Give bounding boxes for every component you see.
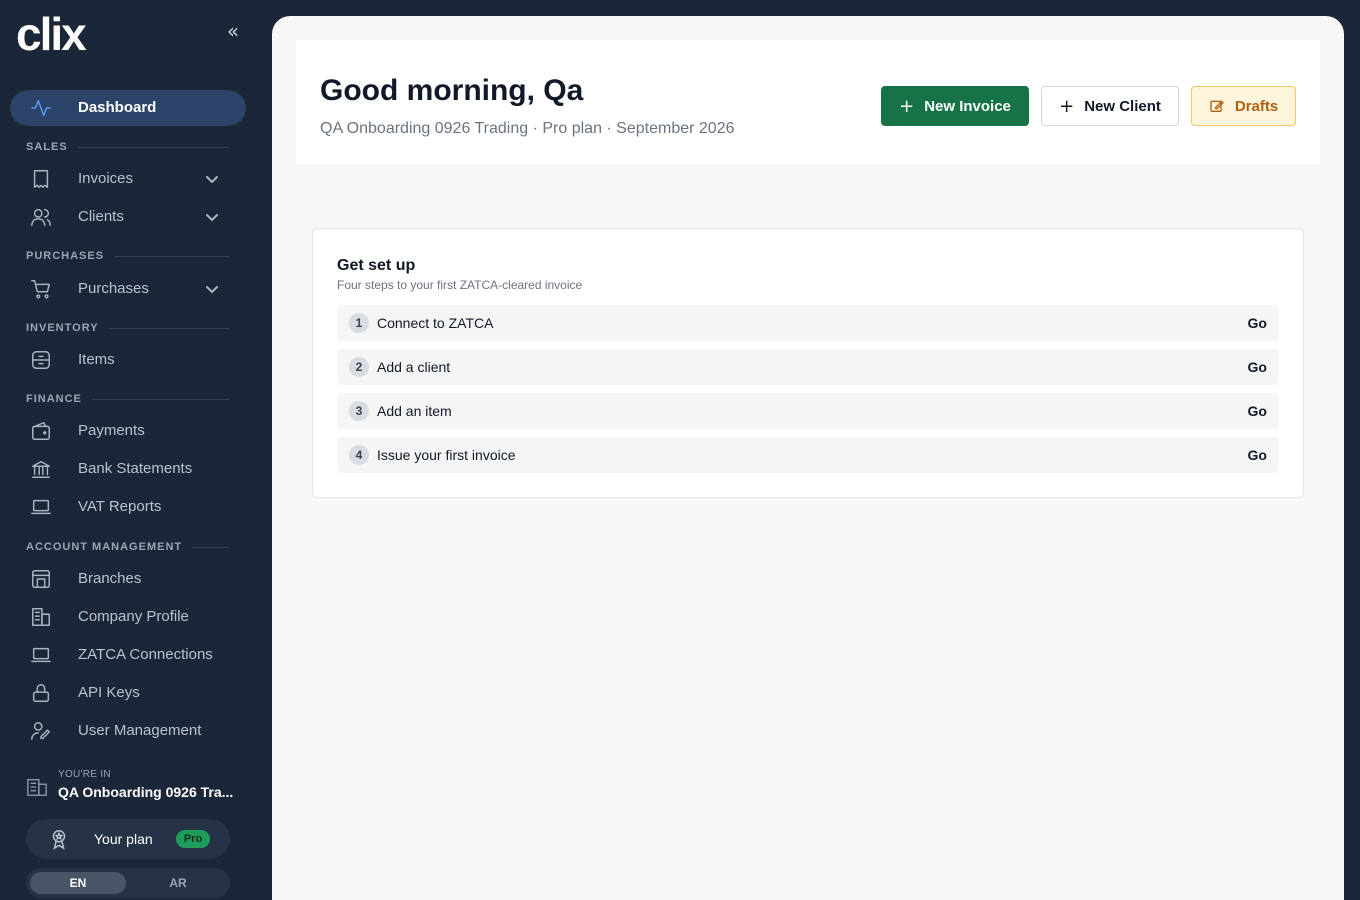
section-account-management: ACCOUNT MANAGEMENT (26, 540, 230, 554)
sidebar-item-label: VAT Reports (78, 498, 162, 515)
setup-step[interactable]: 1 Connect to ZATCA Go (337, 305, 1279, 341)
sidebar-item-payments[interactable]: Payments (10, 413, 246, 449)
sidebar-item-label: ZATCA Connections (78, 646, 213, 663)
edit-icon (1210, 100, 1224, 112)
sidebar-item-bank-statements[interactable]: Bank Statements (10, 451, 246, 487)
step-label: Add a client (377, 359, 451, 375)
language-ar[interactable]: AR (130, 872, 226, 894)
step-number: 3 (349, 401, 369, 421)
laptop-icon (30, 644, 52, 666)
step-number: 4 (349, 445, 369, 465)
sidebar-item-items[interactable]: Items (10, 342, 246, 378)
sidebar-item-label: API Keys (78, 684, 140, 701)
sidebar-item-api-keys[interactable]: API Keys (10, 675, 246, 711)
new-client-button[interactable]: + New Client (1041, 86, 1179, 126)
sidebar-item-label: Payments (78, 422, 145, 439)
section-purchases: PURCHASES (26, 249, 230, 263)
section-sales: SALES (26, 140, 230, 154)
setup-subtitle: Four steps to your first ZATCA-cleared i… (337, 278, 583, 292)
setup-step[interactable]: 2 Add a client Go (337, 349, 1279, 385)
sidebar: clix « Dashboard SALES Invoices Clients … (0, 0, 272, 900)
building-icon (26, 776, 48, 798)
step-go-link[interactable]: Go (1248, 315, 1267, 331)
sidebar-item-dashboard[interactable]: Dashboard (10, 90, 246, 126)
award-icon (48, 828, 70, 850)
plus-icon: + (1059, 95, 1075, 117)
clix-logo[interactable]: clix (16, 12, 122, 54)
step-number: 2 (349, 357, 369, 377)
sidebar-item-user-management[interactable]: User Management (10, 713, 246, 749)
main-content: Good morning, Qa QA Onboarding 0926 Trad… (272, 16, 1344, 900)
box-icon (30, 349, 52, 371)
sidebar-item-label: Company Profile (78, 608, 189, 625)
step-label: Connect to ZATCA (377, 315, 494, 331)
user-edit-icon (30, 720, 52, 742)
step-go-link[interactable]: Go (1248, 447, 1267, 463)
new-invoice-button[interactable]: + New Invoice (881, 86, 1029, 126)
sidebar-item-purchases[interactable]: Purchases (10, 271, 246, 307)
laptop-icon (30, 496, 52, 518)
drafts-button[interactable]: Drafts (1191, 86, 1296, 126)
language-toggle: EN AR (26, 868, 230, 898)
language-en[interactable]: EN (30, 872, 126, 894)
step-go-link[interactable]: Go (1248, 403, 1267, 419)
section-finance: FINANCE (26, 392, 230, 406)
step-go-link[interactable]: Go (1248, 359, 1267, 375)
sidebar-item-label: Clients (78, 208, 124, 225)
section-inventory: INVENTORY (26, 321, 230, 335)
wallet-icon (30, 420, 52, 442)
chevron-down-icon[interactable] (204, 171, 220, 187)
context-caption: YOU'RE IN (58, 769, 111, 780)
setup-title: Get set up (337, 257, 416, 274)
organization-name: QA Onboarding 0926 Tra... (58, 784, 234, 800)
step-label: Issue your first invoice (377, 447, 516, 463)
chevron-down-icon[interactable] (204, 209, 220, 225)
bank-icon (30, 458, 52, 480)
setup-card: Get set up Four steps to your first ZATC… (312, 228, 1304, 498)
activity-icon (30, 97, 52, 119)
plan-badge: Pro (176, 830, 210, 848)
sidebar-item-label: Branches (78, 570, 142, 587)
page-subtitle: QA Onboarding 0926 Trading · Pro plan · … (320, 120, 735, 137)
double-chevron-left-icon: « (226, 19, 240, 43)
plus-icon: + (899, 95, 915, 117)
sidebar-item-label: Bank Statements (78, 460, 193, 477)
step-label: Add an item (377, 403, 452, 419)
receipt-icon (30, 168, 52, 190)
store-icon (30, 568, 52, 590)
sidebar-item-label: User Management (78, 722, 202, 739)
setup-step[interactable]: 3 Add an item Go (337, 393, 1279, 429)
chevron-down-icon[interactable] (204, 281, 220, 297)
page-title: Good morning, Qa (320, 74, 584, 107)
sidebar-item-clients[interactable]: Clients (10, 199, 246, 235)
sidebar-item-label: Purchases (78, 280, 149, 297)
sidebar-item-label: Dashboard (78, 99, 157, 116)
sidebar-item-branches[interactable]: Branches (10, 561, 246, 597)
lock-icon (30, 682, 52, 704)
sidebar-item-label: Invoices (78, 170, 134, 187)
sidebar-item-vat-reports[interactable]: VAT Reports (10, 489, 246, 525)
sidebar-item-invoices[interactable]: Invoices (10, 161, 246, 197)
svg-text:clix: clix (16, 12, 87, 54)
users-icon (30, 206, 52, 228)
collapse-sidebar-button[interactable]: « (222, 21, 244, 43)
sidebar-item-zatca-connections[interactable]: ZATCA Connections (10, 637, 246, 673)
page-header: Good morning, Qa QA Onboarding 0926 Trad… (296, 40, 1320, 164)
setup-step[interactable]: 4 Issue your first invoice Go (337, 437, 1279, 473)
your-plan-label: Your plan (94, 831, 153, 847)
sidebar-item-label: Items (78, 351, 115, 368)
cart-icon (30, 278, 52, 300)
your-plan-button[interactable]: Your plan Pro (26, 819, 230, 859)
step-number: 1 (349, 313, 369, 333)
current-organization[interactable]: YOU'RE IN QA Onboarding 0926 Tra... (26, 768, 236, 804)
sidebar-item-company-profile[interactable]: Company Profile (10, 599, 246, 635)
building-icon (30, 606, 52, 628)
